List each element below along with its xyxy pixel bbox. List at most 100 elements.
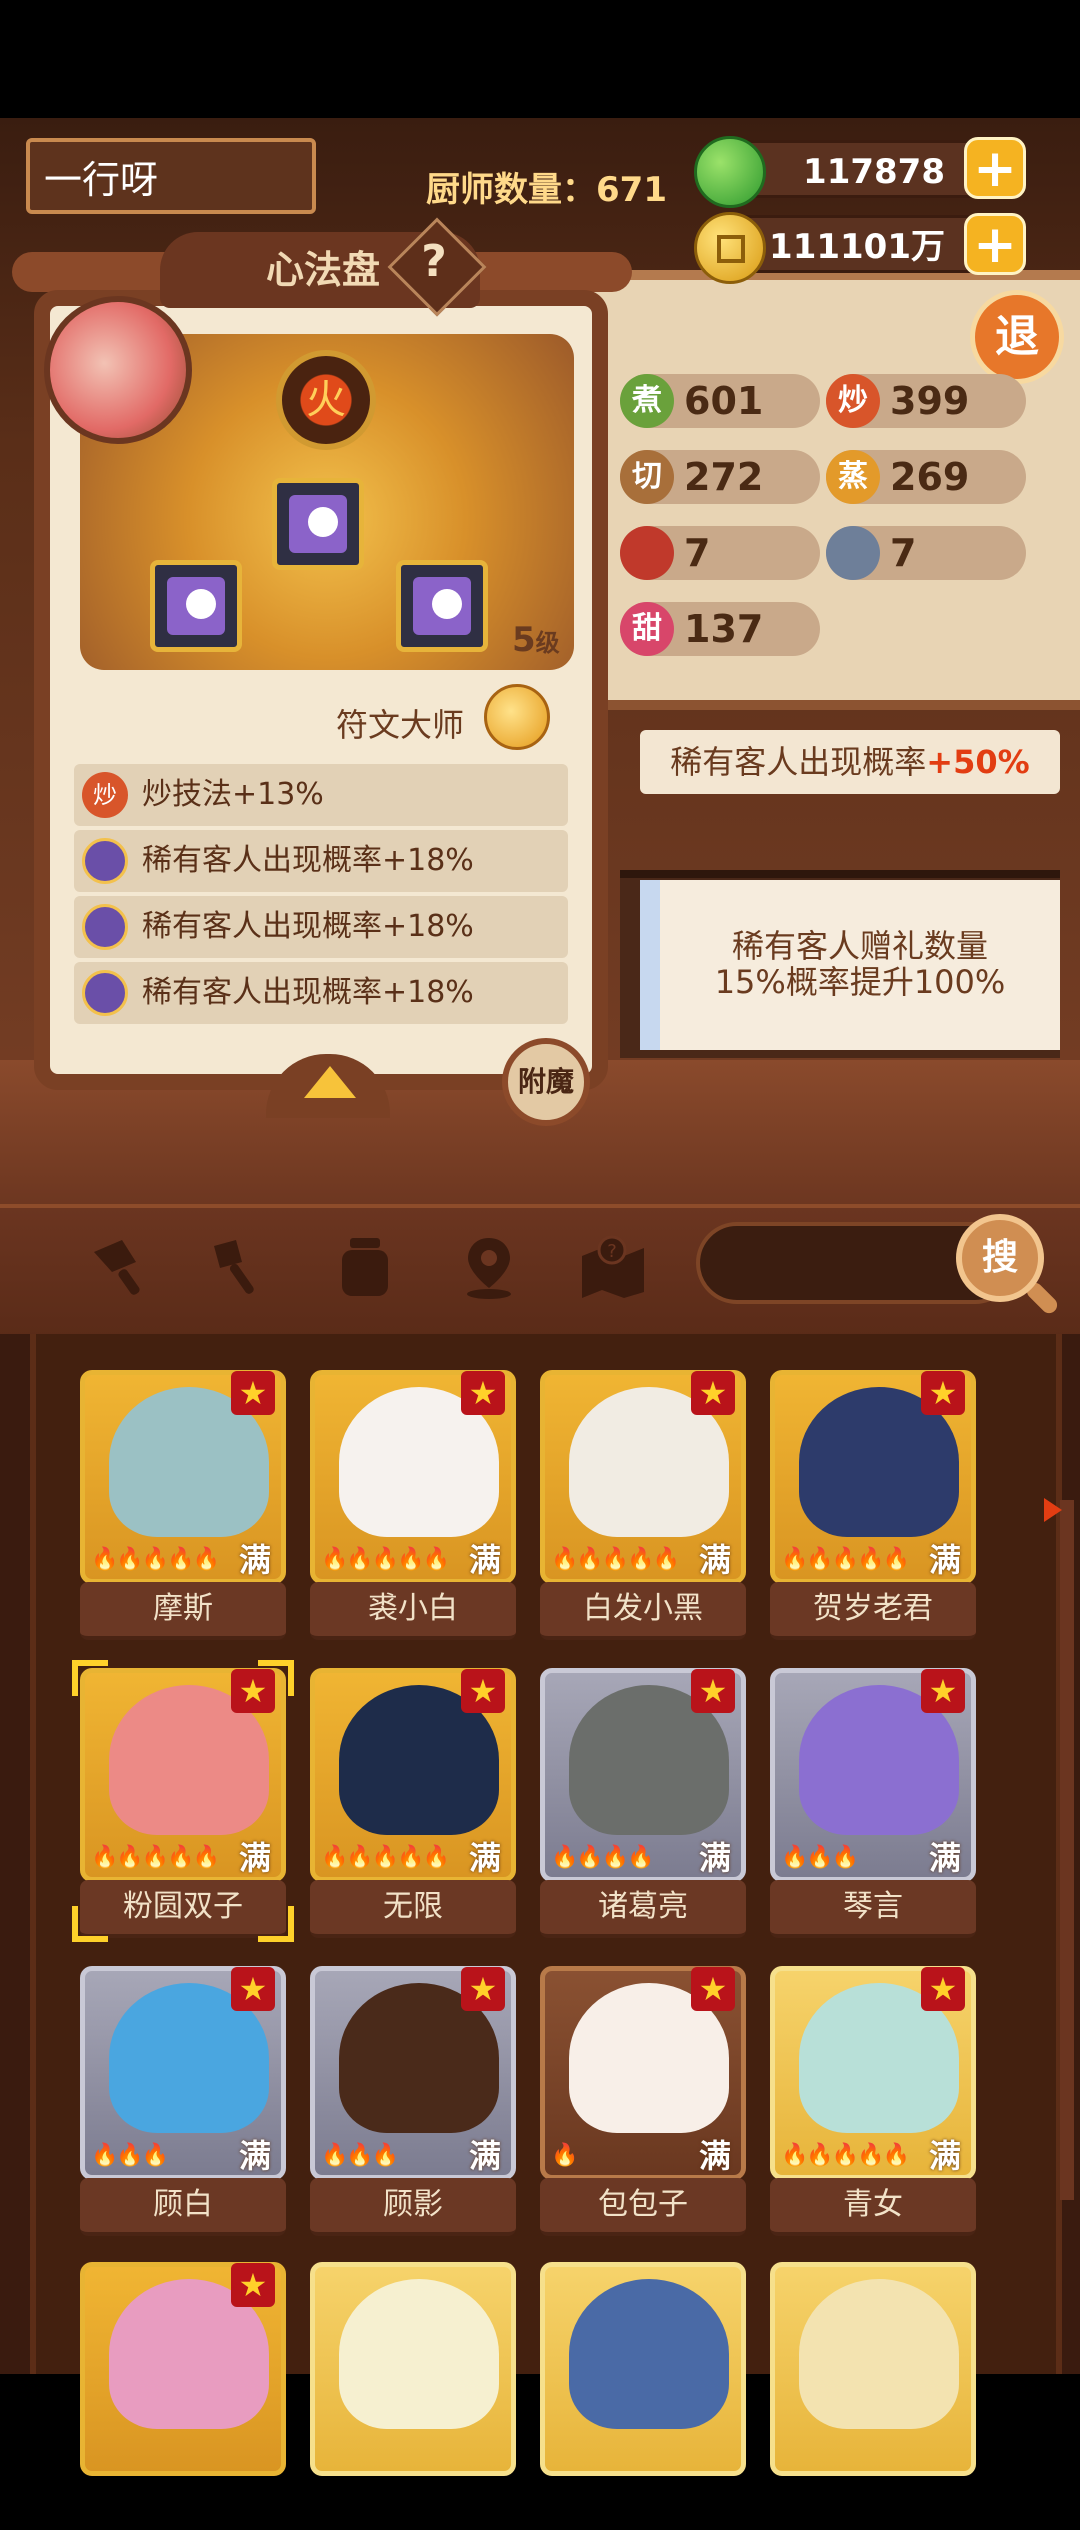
favorite-star-icon[interactable]: ★ (231, 1967, 275, 2011)
chef-card[interactable]: ★ 🔥🔥🔥 满琴言 (770, 1668, 976, 1938)
max-level-badge: 满 (698, 2137, 731, 2175)
card-frame: ★ 🔥🔥🔥 满 (310, 1966, 516, 2180)
max-level-badge: 满 (928, 1541, 961, 1579)
help-mark[interactable]: ? (418, 236, 450, 287)
quest-map-filter-icon[interactable]: ? (578, 1232, 648, 1302)
stir-fry-icon: 炒 (82, 772, 128, 818)
chef-name: 摩斯 (80, 1582, 286, 1640)
bonus-value: +50% (926, 743, 1030, 781)
card-frame: ★ 🔥🔥🔥🔥🔥 满 (770, 1966, 976, 2180)
buff-row: 稀有客人出现概率+18% (74, 962, 568, 1024)
favorite-star-icon[interactable]: ★ (921, 1967, 965, 2011)
favorite-star-icon[interactable]: ★ (691, 1967, 735, 2011)
guest-icon (82, 904, 128, 950)
card-frame: ★ 🔥🔥🔥🔥🔥 满 (540, 1370, 746, 1584)
chef-card[interactable]: ★ (80, 2262, 286, 2530)
add-jade-button[interactable]: + (964, 137, 1026, 199)
chef-name: 裘小白 (310, 1582, 516, 1640)
collapse-arrow-icon[interactable] (304, 1066, 356, 1098)
favorite-star-icon[interactable]: ★ (921, 1371, 965, 1415)
svg-text:?: ? (607, 1241, 617, 1262)
chef-card[interactable]: ★ 🔥🔥🔥🔥🔥 满裘小白 (310, 1370, 516, 1640)
stat-pill: 切 272 (620, 450, 820, 504)
max-level-badge: 满 (928, 1839, 961, 1877)
chef-card[interactable]: ★ 🔥🔥🔥🔥🔥 满粉圆双子 (72, 1660, 294, 1942)
chef-card[interactable]: ★ 🔥🔥🔥🔥🔥 满摩斯 (80, 1370, 286, 1640)
rare-guest-bonus-banner: 稀有客人出现概率+50% (640, 730, 1060, 794)
stat-icon: 甜 (620, 602, 674, 656)
flame-rating: 🔥🔥🔥 (321, 2143, 399, 2168)
chef-portrait (569, 2279, 729, 2429)
card-frame: ★ 🔥🔥🔥 满 (80, 1966, 286, 2180)
spatula-filter-icon[interactable] (206, 1232, 276, 1302)
chef-card[interactable] (310, 2262, 516, 2530)
selection-corner (258, 1906, 294, 1942)
card-frame (540, 2262, 746, 2476)
chef-card[interactable] (540, 2262, 746, 2530)
fire-rune-slot[interactable]: 火 (276, 350, 376, 450)
max-level-badge: 满 (468, 2137, 501, 2175)
selection-corner (72, 1906, 108, 1942)
chef-card[interactable]: ★ 🔥🔥🔥 满顾白 (80, 1966, 286, 2236)
flame-rating: 🔥🔥🔥🔥 (551, 1845, 655, 1870)
location-filter-icon[interactable] (454, 1232, 524, 1302)
buff-row: 稀有客人出现概率+18% (74, 830, 568, 892)
max-level-badge: 满 (698, 1541, 731, 1579)
level-number: 5 (512, 620, 536, 660)
stat-pill: 煮 601 (620, 374, 820, 428)
stat-value: 137 (684, 607, 764, 651)
jar-filter-icon[interactable] (330, 1232, 400, 1302)
stat-value: 601 (684, 379, 764, 423)
chef-card[interactable]: ★ 🔥🔥🔥🔥🔥 满白发小黑 (540, 1370, 746, 1640)
card-frame: ★ 🔥🔥🔥🔥🔥 满 (310, 1370, 516, 1584)
buff-text: 稀有客人出现概率+18% (142, 843, 474, 878)
stat-pill: 甜 137 (620, 602, 820, 656)
favorite-star-icon[interactable]: ★ (921, 1669, 965, 1713)
card-frame: ★ 🔥🔥🔥 满 (770, 1668, 976, 1882)
stat-value: 272 (684, 455, 764, 499)
flame-rating: 🔥🔥🔥 (781, 1845, 859, 1870)
add-coin-button[interactable]: + (964, 213, 1026, 275)
chef-card[interactable] (770, 2262, 976, 2530)
scroll-arrow-icon[interactable] (1044, 1498, 1062, 1522)
rune-level: 5级 (512, 620, 560, 660)
rune-slot-left[interactable] (150, 560, 242, 652)
chef-card[interactable]: ★ 🔥🔥🔥🔥🔥 满贺岁老君 (770, 1370, 976, 1640)
rune-master-icon (484, 684, 550, 750)
chef-avatar[interactable] (44, 296, 192, 444)
card-frame (310, 2262, 516, 2476)
card-frame: ★ 🔥🔥🔥🔥🔥 满 (310, 1668, 516, 1882)
chef-card[interactable]: ★ 🔥🔥🔥🔥 满诸葛亮 (540, 1668, 746, 1938)
enchant-button[interactable]: 附魔 (502, 1038, 590, 1126)
favorite-star-icon[interactable]: ★ (691, 1371, 735, 1415)
favorite-star-icon[interactable]: ★ (231, 1371, 275, 1415)
scrollbar[interactable] (1060, 1500, 1074, 2200)
flame-rating: 🔥🔥🔥🔥🔥 (91, 1547, 220, 1572)
stat-icon: 蒸 (826, 450, 880, 504)
chef-card[interactable]: ★ 🔥🔥🔥 满顾影 (310, 1966, 516, 2236)
chef-card[interactable]: ★ 🔥🔥🔥🔥🔥 满无限 (310, 1668, 516, 1938)
max-level-badge: 满 (468, 1839, 501, 1877)
favorite-star-icon[interactable]: ★ (461, 1371, 505, 1415)
bonus-text: 稀有客人出现概率 (670, 743, 927, 781)
stat-icon: 炒 (826, 374, 880, 428)
max-level-badge: 满 (928, 2137, 961, 2175)
card-frame: ★ 🔥 满 (540, 1966, 746, 2180)
exit-button[interactable]: 退 (970, 290, 1064, 384)
favorite-star-icon[interactable]: ★ (231, 2263, 275, 2307)
rune-slot-right[interactable] (396, 560, 488, 652)
stat-value: 7 (684, 531, 711, 575)
chef-portrait (339, 2279, 499, 2429)
buff-row: 稀有客人出现概率+18% (74, 896, 568, 958)
favorite-star-icon[interactable]: ★ (461, 1967, 505, 2011)
player-name[interactable]: 一行呀 (26, 138, 316, 214)
search-button[interactable]: 搜 (956, 1214, 1044, 1302)
cleaver-filter-icon[interactable] (84, 1232, 154, 1302)
chef-card[interactable]: ★ 🔥🔥🔥🔥🔥 满青女 (770, 1966, 976, 2236)
stat-pill: 7 (826, 526, 1026, 580)
chef-card[interactable]: ★ 🔥 满包包子 (540, 1966, 746, 2236)
buff-text: 稀有客人出现概率+18% (142, 909, 474, 944)
rune-slot-center[interactable] (272, 478, 364, 570)
favorite-star-icon[interactable]: ★ (461, 1669, 505, 1713)
favorite-star-icon[interactable]: ★ (691, 1669, 735, 1713)
